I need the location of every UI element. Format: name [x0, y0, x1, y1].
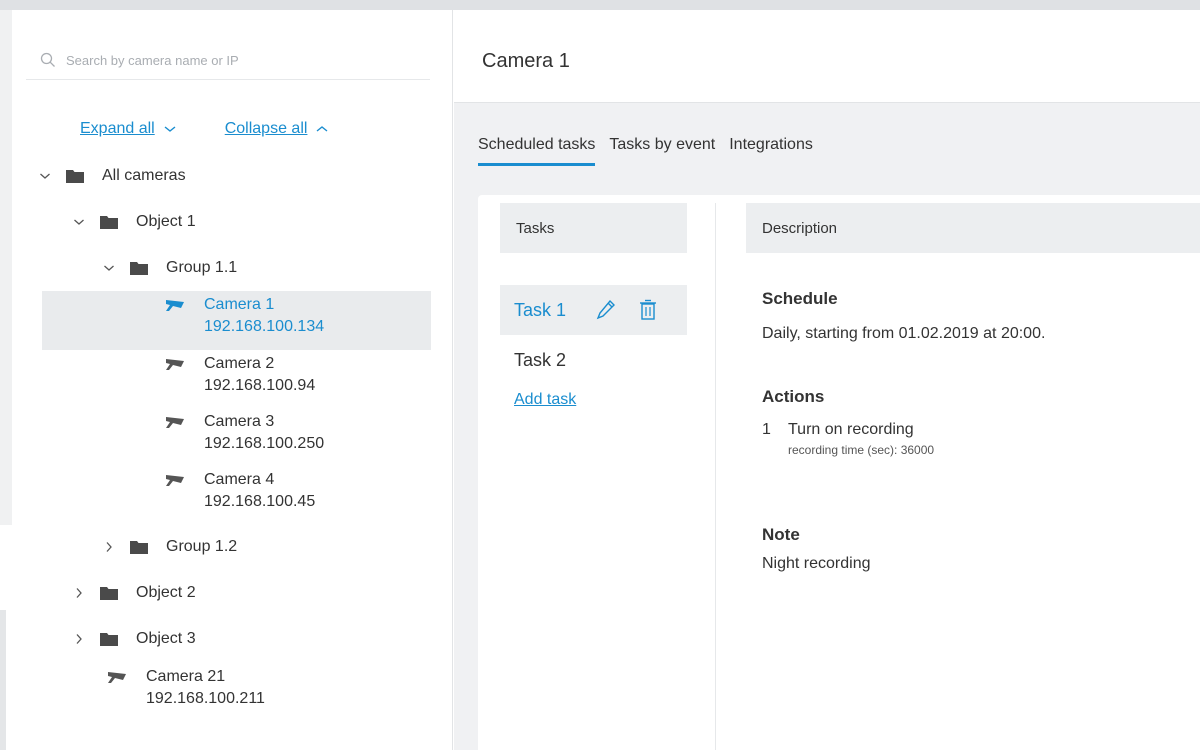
tasks-header: Tasks: [500, 203, 687, 253]
tree-node-label: All cameras: [102, 167, 186, 184]
camera-name: Camera 3: [204, 413, 275, 430]
camera-ip: 192.168.100.250: [204, 435, 325, 452]
collapse-all-link[interactable]: Collapse all: [225, 120, 330, 138]
tree-node-all-cameras[interactable]: All cameras: [38, 167, 186, 185]
trash-icon[interactable]: [638, 299, 658, 321]
action-item: 1 Turn on recording recording time (sec)…: [762, 421, 1200, 457]
tree-camera-1[interactable]: Camera 1 192.168.100.134: [164, 294, 324, 338]
page-title: Camera 1: [482, 50, 570, 72]
folder-icon: [130, 261, 148, 275]
tab-integrations[interactable]: Integrations: [729, 136, 813, 166]
tree-camera-3[interactable]: Camera 3 192.168.100.250: [164, 411, 324, 455]
camera-icon: [108, 672, 126, 683]
camera-icon: [166, 475, 184, 486]
folder-icon: [66, 169, 84, 183]
task-label: Task 1: [514, 299, 567, 320]
top-strip: [0, 0, 1200, 10]
tasks-content: Tasks Task 1 Task 2 Add task Description…: [478, 195, 1200, 750]
folder-icon: [130, 540, 148, 554]
tree-camera-2[interactable]: Camera 2 192.168.100.94: [164, 353, 315, 397]
chevron-up-icon: [317, 126, 328, 132]
search-bar[interactable]: [26, 40, 430, 80]
tree-camera-4[interactable]: Camera 4 192.168.100.45: [164, 469, 315, 513]
task-actions: [596, 299, 658, 321]
camera-ip: 192.168.100.134: [204, 318, 325, 335]
search-input[interactable]: [66, 51, 406, 68]
chevron-down-icon[interactable]: [72, 215, 86, 229]
description-column: Description Schedule Daily, starting fro…: [746, 203, 1200, 573]
actions-title: Actions: [762, 387, 825, 406]
action-text: Turn on recording: [788, 421, 914, 438]
tree-node-group-1-2[interactable]: Group 1.2: [102, 538, 237, 556]
action-number: 1: [762, 421, 771, 438]
tree-node-object-2[interactable]: Object 2: [72, 584, 196, 602]
camera-icon: [166, 359, 184, 370]
column-divider: [715, 203, 716, 750]
folder-icon: [100, 586, 118, 600]
camera-icon: [166, 300, 184, 311]
tab-scheduled-tasks[interactable]: Scheduled tasks: [478, 136, 596, 166]
tree-camera-21[interactable]: Camera 21 192.168.100.211: [106, 666, 265, 710]
task-label: Task 2: [514, 349, 567, 370]
camera-name: Camera 1: [204, 296, 275, 313]
pencil-icon[interactable]: [596, 299, 616, 321]
camera-name: Camera 4: [204, 471, 275, 488]
note-title: Note: [762, 525, 800, 544]
camera-icon: [166, 417, 184, 428]
chevron-down-icon: [164, 126, 176, 132]
folder-icon: [100, 632, 118, 646]
search-icon: [40, 52, 55, 67]
chevron-down-icon[interactable]: [102, 261, 116, 275]
tree-node-group-1-1[interactable]: Group 1.1: [102, 259, 237, 277]
main-header: Camera 1: [454, 10, 1200, 103]
left-edge-lower: [0, 610, 6, 750]
camera-name: Camera 2: [204, 355, 275, 372]
add-task-link[interactable]: Add task: [500, 391, 576, 409]
tab-bar: Scheduled tasks Tasks by event Integrati…: [478, 136, 813, 166]
tasks-column: Tasks Task 1 Task 2 Add task: [500, 203, 687, 409]
tree-node-label: Object 3: [136, 630, 196, 647]
collapse-all-label: Collapse all: [224, 120, 308, 137]
tree-node-label: Group 1.2: [166, 538, 238, 555]
description-header: Description: [746, 203, 1200, 253]
chevron-right-icon[interactable]: [72, 586, 86, 600]
expand-all-label: Expand all: [80, 120, 155, 137]
chevron-right-icon[interactable]: [72, 632, 86, 646]
main-panel: Camera 1 Scheduled tasks Tasks by event …: [454, 10, 1200, 750]
camera-ip: 192.168.100.45: [204, 493, 316, 510]
camera-ip: 192.168.100.211: [146, 690, 265, 707]
action-detail: recording time (sec): 36000: [788, 443, 935, 457]
camera-name: Camera 21: [146, 668, 226, 685]
tree-node-label: Group 1.1: [166, 259, 238, 276]
camera-tree-sidebar: Expand all Collapse all All cameras Obje…: [12, 10, 453, 750]
tab-tasks-by-event[interactable]: Tasks by event: [609, 136, 715, 166]
folder-icon: [100, 215, 118, 229]
task-item-1[interactable]: Task 1: [500, 285, 687, 335]
expand-collapse-controls: Expand all Collapse all: [80, 120, 329, 138]
schedule-text: Daily, starting from 01.02.2019 at 20:00…: [762, 325, 1046, 342]
tree-node-object-3[interactable]: Object 3: [72, 630, 196, 648]
tree-node-object-1[interactable]: Object 1: [72, 213, 196, 231]
schedule-title: Schedule: [762, 289, 838, 308]
camera-ip: 192.168.100.94: [204, 377, 316, 394]
expand-all-link[interactable]: Expand all: [80, 120, 177, 138]
task-item-2[interactable]: Task 2: [500, 335, 687, 385]
chevron-right-icon[interactable]: [102, 540, 116, 554]
tree-node-label: Object 1: [136, 213, 196, 230]
note-text: Night recording: [762, 555, 871, 572]
tree-node-label: Object 2: [136, 584, 196, 601]
chevron-down-icon[interactable]: [38, 169, 52, 183]
